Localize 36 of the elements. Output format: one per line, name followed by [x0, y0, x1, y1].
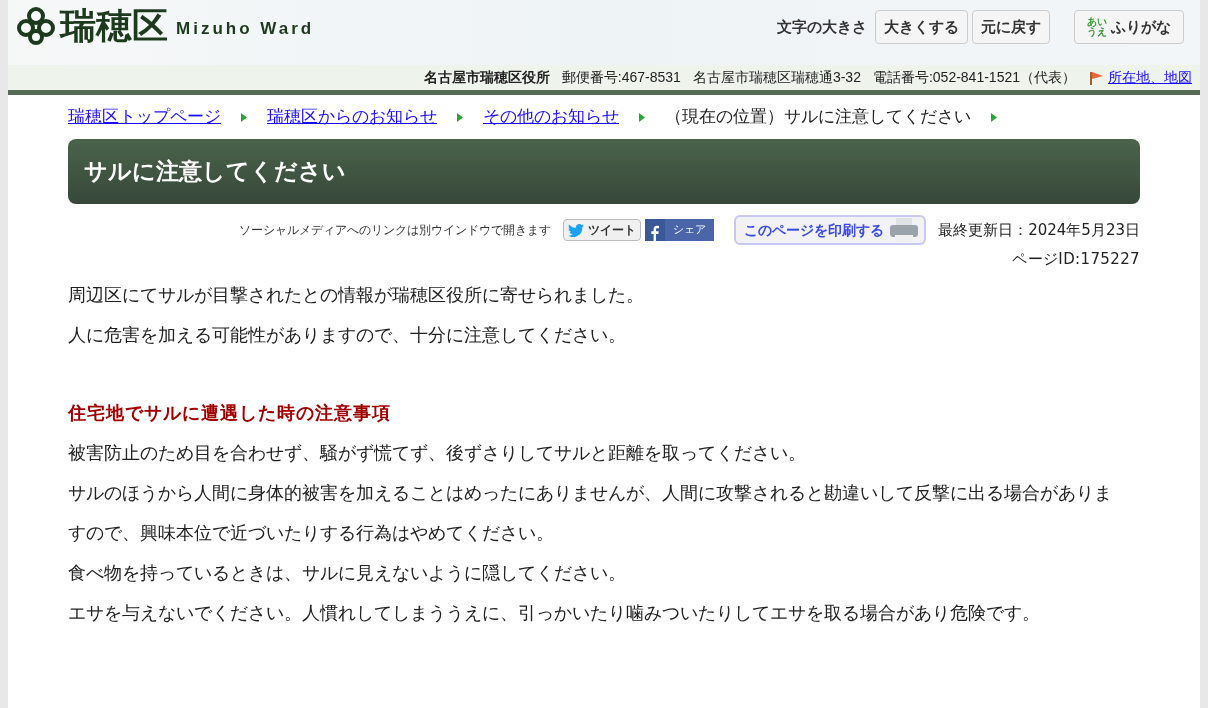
arrow-icon — [639, 112, 645, 122]
address: 名古屋市瑞穂区瑞穂通3-32 — [692, 68, 861, 87]
phone-number: 電話番号:052-841-1521（代表） — [872, 68, 1076, 87]
page-id: ページID:175227 — [1012, 249, 1140, 270]
bird-icon — [568, 223, 585, 237]
arrow-icon — [991, 112, 997, 122]
arrow-icon — [457, 112, 463, 122]
breadcrumb-link[interactable]: その他のお知らせ — [483, 104, 619, 130]
breadcrumb-current: （現在の位置）サルに注意してください — [665, 105, 971, 129]
body-paragraph: エサを与えないでください。人慣れしてしまううえに、引っかいたり噛みついたりしてエサを取る場合があり危険です。 — [68, 600, 1041, 625]
office-name: 名古屋市瑞穂区役所 — [423, 68, 550, 87]
body-paragraph: 人に危害を加える可能性がありますので、十分に注意してください。 — [68, 322, 627, 347]
last-updated: 最終更新日：2024年5月23日 — [938, 219, 1140, 241]
logo-icon — [16, 6, 56, 46]
font-size-button[interactable]: 元に戻す — [972, 10, 1050, 44]
body-paragraph: サルのほうから人間に身体的被害を加えることはめったにありませんが、人間に攻撃されると勘違いして反撃に出る場合がありますので、興味本位で近づいたりする行為はやめてください。 — [68, 480, 1113, 545]
share-button[interactable]: シェア — [645, 219, 715, 241]
facebook-icon — [651, 225, 660, 241]
logo-text: 瑞穂区 — [60, 4, 168, 48]
body-paragraph: 食べ物を持っているときは、サルに見えないように隠してください。 — [68, 560, 627, 585]
arrow-icon — [241, 112, 247, 122]
breadcrumb-link[interactable]: 瑞穂区トップページ — [68, 104, 221, 130]
postal-code: 郵便番号:467-8531 — [561, 68, 681, 87]
tweet-button[interactable]: ツイート — [563, 219, 642, 241]
flag-icon — [1088, 69, 1104, 86]
page-title: サルに注意してください — [84, 157, 346, 187]
section-heading: 住宅地でサルに遭遇した時の注意事項 — [68, 400, 392, 425]
print-button[interactable]: このページを印刷する — [734, 215, 927, 245]
logo-subtitle: Mizuho Ward — [176, 18, 315, 40]
body-paragraph: 被害防止のため目を合わせず、騒がず慌てず、後ずさりしてサルと距離を取ってください。 — [68, 440, 807, 465]
font-size-button[interactable]: 大きくする — [875, 10, 968, 44]
breadcrumb-link[interactable]: 瑞穂区からのお知らせ — [267, 104, 437, 130]
map-link[interactable]: 所在地、地図 — [1108, 67, 1192, 88]
social-note: ソーシャルメディアへのリンクは別ウインドウで開きます — [239, 222, 552, 239]
font-size-label: 文字の大きさ — [777, 17, 867, 38]
body-paragraph: 周辺区にてサルが目撃されたとの情報が瑞穂区役所に寄せられました。 — [68, 282, 645, 307]
